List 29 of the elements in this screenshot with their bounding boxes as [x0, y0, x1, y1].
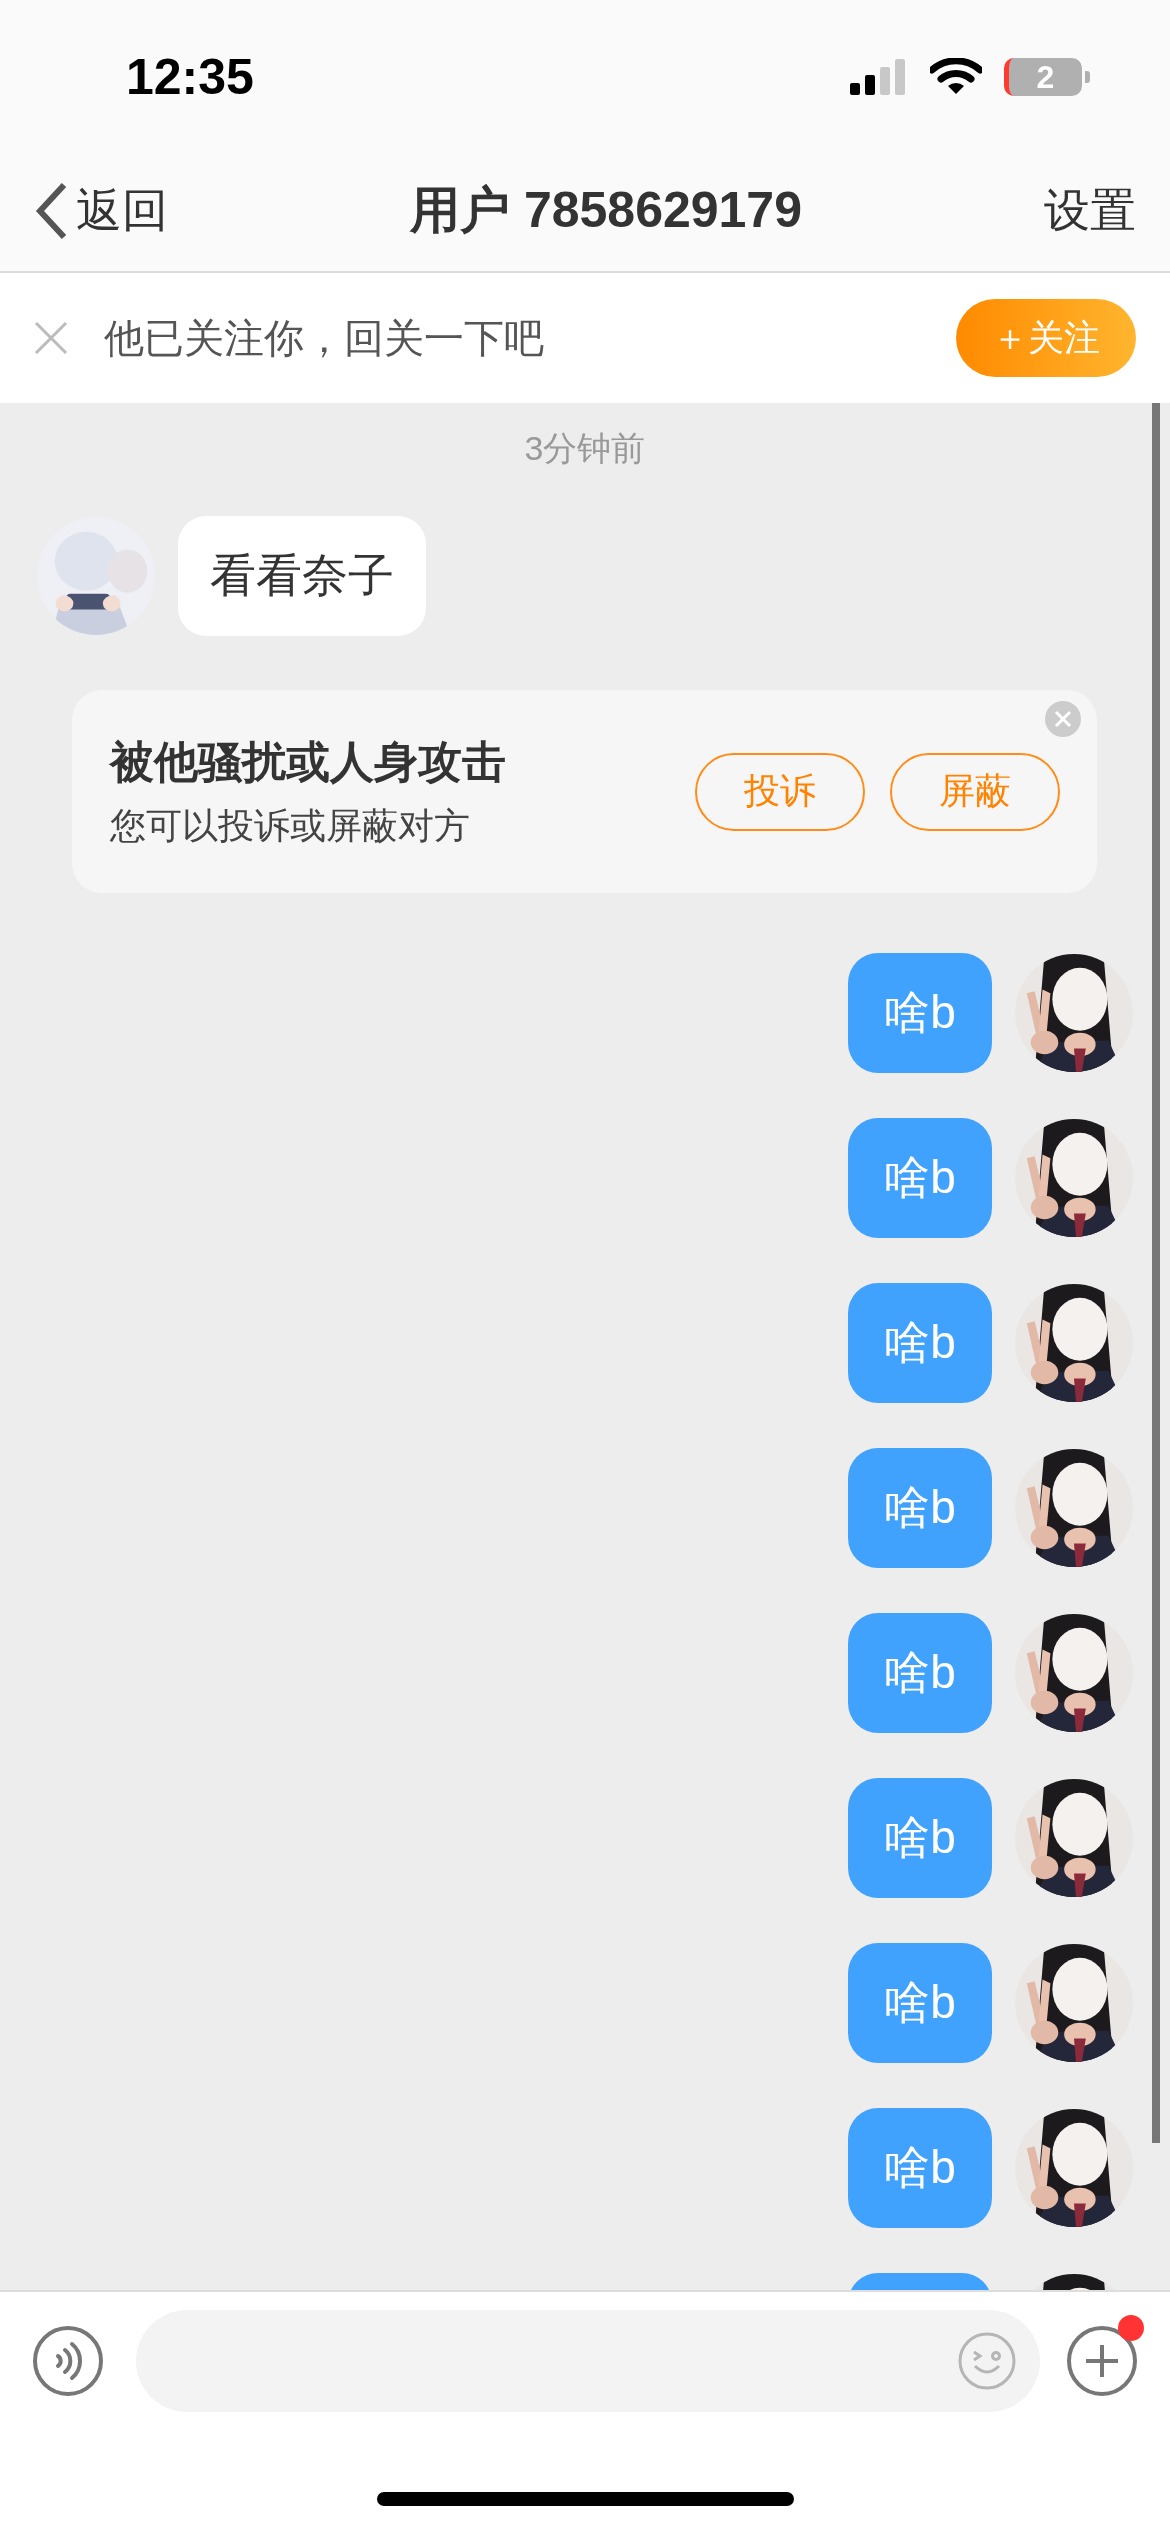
signal-icon: [850, 59, 908, 95]
notice-action-button[interactable]: 屏蔽: [890, 752, 1060, 831]
message-bubble: 啥b: [848, 1778, 992, 1898]
message-bubble: 啥b: [848, 1943, 992, 2063]
notice-subtitle: 您可以投诉或屏蔽对方: [110, 803, 471, 848]
plus-icon[interactable]: [1066, 2325, 1138, 2397]
message-bubble: 啥b: [848, 1283, 992, 1403]
message-bubble: 啥b: [848, 1613, 992, 1733]
message-timestamp: 3分钟前: [524, 428, 646, 469]
close-icon[interactable]: [1045, 701, 1081, 737]
message-bubble: 啥b: [848, 1118, 992, 1238]
status-time: 12:35: [126, 48, 254, 106]
message-bubble: 啥b: [848, 2108, 992, 2228]
message-bubble: 看看奈子: [178, 516, 426, 636]
message-bubble: 啥b: [848, 953, 992, 1073]
follow-prompt-text: 他已关注你，回关一下吧: [104, 314, 545, 362]
battery-tip-icon: [1085, 71, 1090, 83]
voice-icon[interactable]: [32, 2325, 104, 2397]
emoji-icon[interactable]: [958, 2332, 1016, 2390]
battery-indicator: 2: [1004, 58, 1082, 96]
chat-title: 用户 7858629179: [410, 181, 802, 240]
notice-title: 被他骚扰或人身攻击: [110, 735, 507, 788]
follow-button[interactable]: ＋关注: [956, 299, 1136, 377]
back-button[interactable]: 返回: [34, 179, 168, 242]
message-bubble: 啥b: [848, 1448, 992, 1568]
settings-button[interactable]: 设置: [1044, 179, 1136, 242]
close-icon[interactable]: [34, 321, 68, 355]
wifi-icon: [930, 58, 982, 96]
notice-action-button[interactable]: 投诉: [695, 752, 865, 831]
